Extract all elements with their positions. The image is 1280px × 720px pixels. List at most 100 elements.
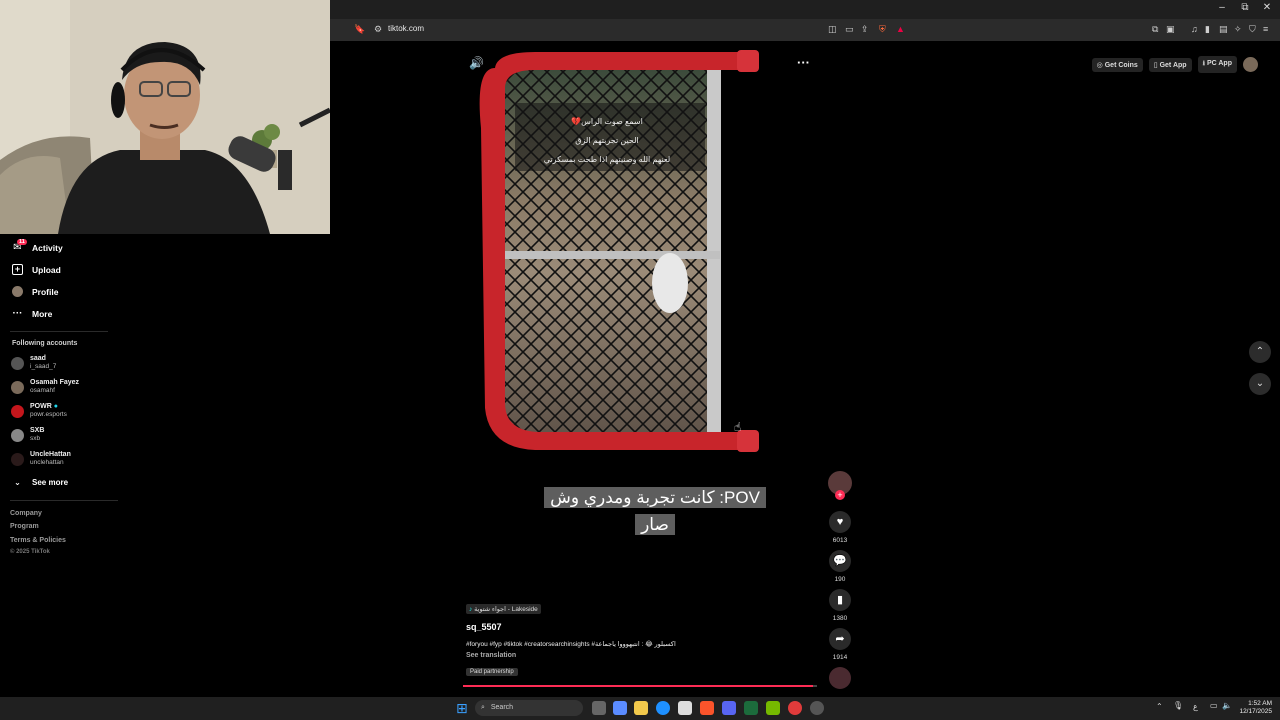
account-handle: i_saad_7 — [30, 363, 57, 370]
overlay-line: الحين تجربتهم الزق — [575, 136, 639, 145]
minimize-button[interactable]: – — [1212, 2, 1232, 13]
progress-fill — [463, 685, 814, 687]
divider — [10, 500, 118, 501]
more-dots-icon: ··· — [12, 308, 23, 319]
account-name: SXB — [30, 427, 45, 434]
avatar — [11, 428, 24, 442]
clock[interactable]: 1:52 AM 12/17/2025 — [1236, 700, 1272, 716]
volume-tray-icon[interactable]: 🔈 — [1222, 701, 1232, 710]
chevron-down-icon: ⌄ — [14, 478, 21, 487]
like-icon[interactable]: ♥ — [829, 511, 851, 533]
pc-app-button[interactable]: ⭳ PC App — [1197, 56, 1237, 73]
video-player[interactable] — [475, 48, 762, 456]
language-indicator[interactable]: ع — [1193, 702, 1198, 711]
leo-icon[interactable]: ✧ — [1234, 24, 1242, 35]
account-item[interactable]: SXB sxb — [11, 427, 44, 443]
see-more-button[interactable]: ⌄ See more — [12, 477, 68, 488]
footer-terms[interactable]: Terms & Policies — [10, 537, 66, 544]
brave-shield-icon[interactable]: ⛨ — [879, 24, 886, 35]
video-caption: POV: كانت تجربة ومدري وش صار — [532, 484, 778, 538]
verified-icon: ● — [53, 403, 58, 410]
clock-date: 12/17/2025 — [1239, 708, 1272, 715]
webcam-image — [0, 0, 330, 234]
sidebar-item-label: Profile — [32, 286, 59, 297]
discord-icon[interactable] — [722, 701, 736, 715]
extensions-icon[interactable]: ⧉ — [1152, 24, 1158, 35]
account-item[interactable]: POWR ● powr.esports — [11, 403, 67, 419]
obs-icon[interactable] — [788, 701, 802, 715]
restore-button[interactable]: ⧉ — [1235, 2, 1255, 13]
progress-track[interactable] — [463, 685, 817, 687]
footer-company[interactable]: Company — [10, 510, 42, 517]
top-actions: ◎ Get Coins ▯ Get App ⭳ PC App — [1091, 56, 1258, 73]
address-bar: 🔖 ⚙ ◫ ▭ ⇪ ⛨ ▲ ⧉ ▣ ♫ ▮ ▤ ✧ ⛉ ≡ — [330, 19, 1280, 41]
share-count: 1914 — [832, 654, 848, 661]
sound-disc-icon[interactable] — [829, 667, 851, 689]
sidebar-item-upload[interactable]: + Upload — [12, 264, 61, 275]
video-description: #foryou #fyp #tiktok #creatorsearchinsig… — [466, 641, 676, 648]
file-explorer-icon[interactable] — [634, 701, 648, 715]
sidebar-item-profile[interactable]: Profile — [12, 286, 58, 297]
install-app-icon[interactable]: ▭ — [845, 24, 854, 35]
account-handle: unclehattan — [30, 459, 64, 466]
wallet-icon[interactable]: ▤ — [1219, 24, 1228, 35]
next-video-button[interactable]: ⌄ — [1249, 373, 1271, 395]
see-more-label: See more — [32, 478, 69, 487]
plus-square-icon: + — [12, 264, 23, 275]
bookmark-icon[interactable]: 🔖 — [354, 24, 365, 35]
share-icon[interactable]: ➦ — [829, 628, 851, 650]
more-options-icon[interactable]: ··· — [797, 55, 810, 70]
network-icon[interactable]: ▭ — [1210, 701, 1218, 710]
account-name: saad — [30, 355, 46, 362]
app-icon[interactable] — [810, 701, 824, 715]
tray-chevron-icon[interactable]: ⌃ — [1156, 702, 1163, 711]
start-icon[interactable]: ⊞ — [456, 701, 468, 715]
edge-icon[interactable] — [656, 701, 670, 715]
account-item[interactable]: saad i_saad_7 — [11, 355, 56, 371]
account-name: POWR — [30, 403, 52, 410]
account-item[interactable]: UncleHattan unclehattan — [11, 451, 71, 467]
profile-avatar[interactable] — [1243, 57, 1258, 72]
bookmark-icon[interactable]: ▮ — [829, 589, 851, 611]
excel-icon[interactable] — [744, 701, 758, 715]
brave-icon[interactable] — [700, 701, 714, 715]
share-icon[interactable]: ⇪ — [861, 24, 869, 35]
mic-icon[interactable]: 🎙 — [1173, 701, 1183, 710]
footer-program[interactable]: Program — [10, 523, 39, 530]
sidebar-item-label: Upload — [32, 264, 61, 275]
account-item[interactable]: Osamah Fayez osamahf — [11, 379, 79, 395]
comment-icon[interactable]: 💬 — [829, 550, 851, 572]
get-coins-button[interactable]: ◎ Get Coins — [1091, 57, 1143, 72]
video-username[interactable]: sq_5507 — [466, 622, 502, 632]
task-view-icon[interactable] — [592, 701, 606, 715]
follow-plus-icon[interactable]: + — [835, 490, 845, 500]
screenshot-icon[interactable]: ▣ — [1166, 24, 1175, 35]
media-icon[interactable]: ♫ — [1191, 24, 1198, 34]
menu-icon[interactable]: ≡ — [1263, 24, 1268, 34]
see-translation-link[interactable]: See translation — [466, 652, 516, 659]
brave-rewards-icon[interactable]: ▲ — [896, 24, 905, 34]
sidebar-icon[interactable]: ▮ — [1205, 24, 1210, 35]
translate-icon[interactable]: ◫ — [828, 24, 837, 35]
following-title: Following accounts — [12, 340, 78, 347]
taskbar-search[interactable]: ⌕ Search — [475, 700, 583, 716]
get-app-button[interactable]: ▯ Get App — [1148, 57, 1192, 72]
sound-tag[interactable]: ♪ اجواء شتوية - Lakeside — [466, 604, 541, 614]
nvidia-icon[interactable] — [766, 701, 780, 715]
divider — [10, 331, 108, 332]
site-info-icon[interactable]: ⚙ — [374, 24, 382, 35]
account-name: Osamah Fayez — [30, 379, 80, 386]
close-button[interactable]: ✕ — [1257, 2, 1277, 13]
store-icon[interactable] — [678, 701, 692, 715]
previous-video-button[interactable]: ⌃ — [1249, 341, 1271, 363]
sidebar-item-more[interactable]: ··· More — [12, 308, 53, 319]
sidebar-item-label: Activity — [32, 242, 63, 253]
avatar-icon — [12, 286, 23, 297]
mouse-cursor-icon: ☝ — [734, 420, 742, 434]
copilot-icon[interactable] — [613, 701, 627, 715]
url-text[interactable]: tiktok.com — [388, 24, 424, 33]
paid-partnership-tag: Paid partnership — [466, 668, 518, 676]
comment-count: 190 — [834, 576, 846, 583]
taskbar: ⊞ ⌕ Search ⌃ 🎙 ع ▭ 🔈 1:52 AM 12/17/2025 — [0, 697, 1280, 720]
vpn-icon[interactable]: ⛉ — [1249, 24, 1256, 35]
